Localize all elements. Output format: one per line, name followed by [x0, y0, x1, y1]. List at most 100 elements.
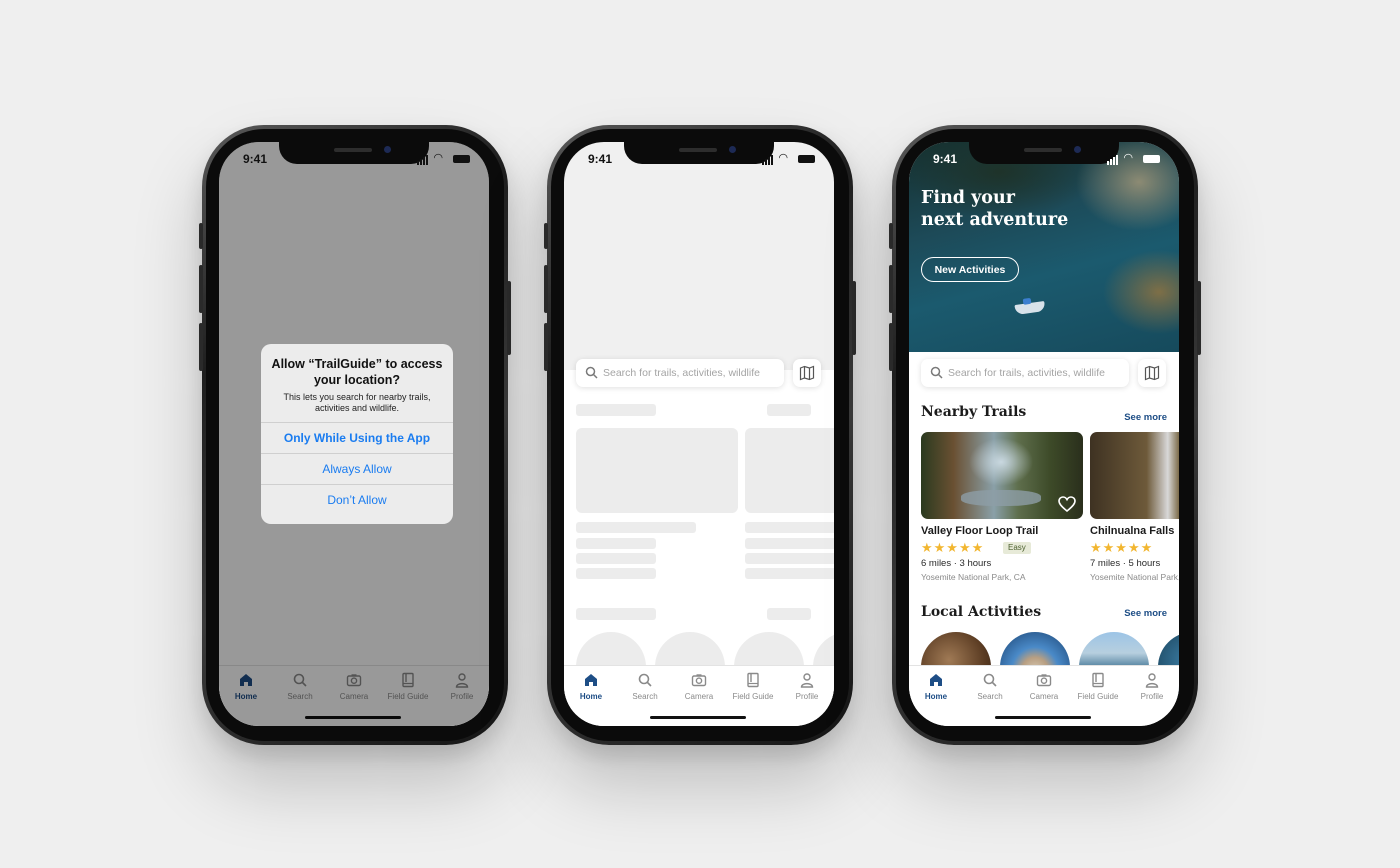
trail-photo: [921, 432, 1083, 519]
map-button[interactable]: [793, 359, 821, 387]
always-allow-button[interactable]: Always Allow: [261, 453, 453, 484]
nearby-see-more-link[interactable]: See more: [1124, 412, 1167, 423]
trail-name: Valley Floor Loop Trail: [921, 525, 1039, 537]
hero-lake-image: [909, 142, 1179, 352]
tab-label: Camera: [1029, 692, 1059, 701]
tab-label: Home: [579, 692, 603, 701]
local-activities-title: Local Activities: [921, 604, 1042, 620]
tab-label: Search: [632, 692, 658, 701]
skeleton-line: [576, 553, 656, 564]
tab-search[interactable]: Search: [618, 672, 672, 704]
home-icon: [585, 674, 597, 686]
new-activities-button[interactable]: New Activities: [921, 257, 1019, 282]
screen: 9:41 ◠ Search for trails, activities, wi…: [564, 142, 834, 726]
tab-profile[interactable]: Profile: [1125, 672, 1179, 704]
trail-location: Yosemite National Park, CA: [921, 572, 1026, 582]
camera-icon: [1036, 674, 1052, 687]
screen: 9:41 ◠ Home Search Camera Field Guide Pr…: [219, 142, 489, 726]
search-placeholder: Search for trails, activities, wildlife: [603, 367, 760, 379]
volume-down-button: [199, 323, 203, 371]
silent-switch: [889, 223, 893, 249]
tab-label: Profile: [1140, 692, 1164, 701]
book-icon: [1092, 672, 1104, 688]
allow-while-using-button[interactable]: Only While Using the App: [261, 422, 453, 453]
search-icon: [983, 673, 997, 687]
phone-frame-loading: 9:41 ◠ Search for trails, activities, wi…: [544, 125, 856, 745]
trail-meta: 7 miles · 5 hours: [1090, 558, 1161, 569]
status-bar: 9:41 ◠: [909, 142, 1179, 172]
skeleton-line: [576, 522, 696, 533]
tab-camera[interactable]: Camera: [672, 672, 726, 704]
tab-label: Field Guide: [1077, 692, 1119, 701]
person-icon: [800, 673, 814, 688]
trail-meta: 6 miles · 3 hours: [921, 558, 992, 569]
book-icon: [747, 672, 759, 688]
battery-icon: [798, 155, 815, 163]
wifi-icon: ◠: [779, 152, 788, 164]
wifi-icon: ◠: [434, 152, 443, 164]
skeleton-line: [576, 568, 656, 579]
status-icons: ◠: [1107, 153, 1165, 165]
status-time: 9:41: [243, 152, 268, 166]
alert-title: Allow “TrailGuide” to access your locati…: [271, 357, 443, 387]
search-icon: [638, 673, 652, 687]
status-bar: 9:41 ◠: [564, 142, 834, 172]
volume-up-button: [889, 265, 893, 313]
tab-label: Home: [924, 692, 948, 701]
tab-field-guide[interactable]: Field Guide: [726, 672, 780, 704]
tab-label: Profile: [795, 692, 819, 701]
hero-title-line2: next adventure: [921, 210, 1069, 230]
status-icons: ◠: [417, 153, 475, 165]
heart-icon[interactable]: [1058, 496, 1076, 512]
tab-profile[interactable]: Profile: [780, 672, 834, 704]
status-icons: ◠: [762, 153, 820, 165]
skeleton-line: [745, 568, 834, 579]
tab-search[interactable]: Search: [963, 672, 1017, 704]
skeleton-line: [745, 538, 834, 549]
search-icon: [930, 366, 943, 379]
skeleton-see-more: [767, 608, 811, 620]
trail-name: Chilnualna Falls: [1090, 525, 1175, 537]
map-button[interactable]: [1138, 359, 1166, 387]
activities-see-more-link[interactable]: See more: [1124, 608, 1167, 619]
skeleton-line: [745, 522, 834, 533]
hero-title: Find your next adventure: [921, 187, 1068, 231]
tab-label: Camera: [684, 692, 714, 701]
search-input[interactable]: Search for trails, activities, wildlife: [921, 359, 1129, 387]
phone-frame-home: Find your next adventure New Activities …: [889, 125, 1201, 745]
power-button: [507, 281, 511, 355]
skeleton-see-more: [767, 404, 811, 416]
power-button: [852, 281, 856, 355]
search-icon: [585, 366, 598, 379]
alert-message: This lets you search for nearby trails, …: [283, 392, 431, 413]
wifi-icon: ◠: [1124, 152, 1133, 164]
map-icon: [799, 365, 815, 381]
tab-home[interactable]: Home: [909, 672, 963, 704]
dont-allow-button[interactable]: Don’t Allow: [261, 484, 453, 515]
screen: Find your next adventure New Activities …: [909, 142, 1179, 726]
star-rating: ★★★★★: [921, 540, 985, 555]
difficulty-badge: Easy: [1003, 542, 1031, 554]
tab-field-guide[interactable]: Field Guide: [1071, 672, 1125, 704]
search-input[interactable]: Search for trails, activities, wildlife: [576, 359, 784, 387]
volume-down-button: [544, 323, 548, 371]
hero-title-line1: Find your: [921, 188, 1015, 208]
tab-home[interactable]: Home: [564, 672, 618, 704]
map-icon: [1144, 365, 1160, 381]
battery-icon: [453, 155, 470, 163]
home-indicator: [995, 716, 1091, 719]
silent-switch: [544, 223, 548, 249]
volume-up-button: [199, 265, 203, 313]
skeleton-line: [745, 553, 834, 564]
tab-label: Field Guide: [732, 692, 774, 701]
home-indicator: [650, 716, 746, 719]
volume-up-button: [544, 265, 548, 313]
person-icon: [1145, 673, 1159, 688]
silent-switch: [199, 223, 203, 249]
search-placeholder: Search for trails, activities, wildlife: [948, 367, 1105, 379]
power-button: [1197, 281, 1201, 355]
battery-icon: [1143, 155, 1160, 163]
volume-down-button: [889, 323, 893, 371]
tab-camera[interactable]: Camera: [1017, 672, 1071, 704]
home-icon: [930, 674, 942, 686]
